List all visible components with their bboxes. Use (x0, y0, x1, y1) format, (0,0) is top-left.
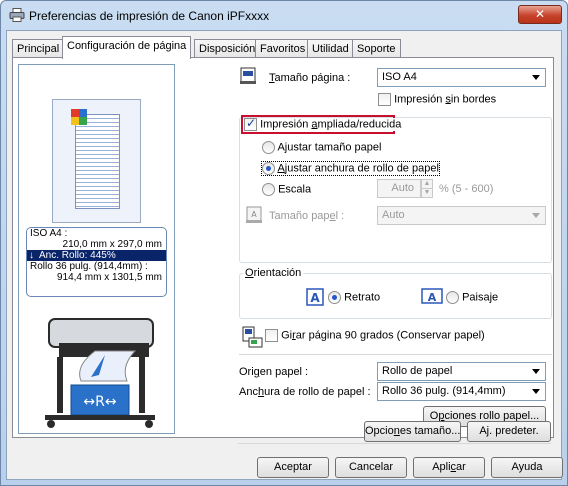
separator (238, 443, 551, 444)
chevron-down-icon (532, 213, 540, 218)
paper-size-icon: A (246, 206, 262, 223)
chevron-down-icon (532, 75, 540, 80)
paper-size-value: Auto (382, 209, 405, 221)
scale-option[interactable]: Escala (262, 183, 311, 196)
tab-support[interactable]: Soporte (352, 39, 401, 58)
fit-paper-radio[interactable] (262, 141, 275, 154)
page-size-value: ISO A4 (382, 71, 417, 83)
size-info-box: ISO A4 : 210,0 mm x 297,0 mm ↓ Anc. Roll… (26, 227, 167, 297)
roll-width-select[interactable]: Rollo 36 pulg. (914,4mm) (377, 382, 546, 401)
page-size-label: Tamaño página : (269, 72, 351, 84)
roll-width-label: Anchura de rollo de papel : (239, 386, 371, 398)
borderless-option[interactable]: Impresión sin bordes (378, 93, 496, 106)
separator (239, 354, 552, 355)
size-options-button[interactable]: Opciones tamaño... (364, 421, 461, 442)
page-setup-panel: ISO A4 : 210,0 mm x 297,0 mm ↓ Anc. Roll… (12, 57, 554, 438)
info-paper-dims: 210,0 mm x 297,0 mm (62, 239, 162, 250)
paper-source-label: Origen papel : (239, 366, 309, 378)
ok-button[interactable]: Aceptar (257, 457, 329, 478)
info-roll-dims: 914,4 mm x 1301,5 mm (56, 272, 162, 283)
svg-text:A: A (428, 291, 437, 304)
paper-size-label: Tamaño papel : (269, 210, 345, 222)
tab-layout[interactable]: Disposición (194, 39, 261, 58)
fit-paper-option[interactable]: Ajustar tamaño papel (262, 141, 381, 154)
fit-roll-option[interactable]: Ajustar anchura de rollo de papel (261, 161, 440, 176)
rotate-page-icon (242, 326, 263, 348)
tab-favorites[interactable]: Favoritos (255, 39, 311, 58)
info-roll-scale: ↓ Anc. Rollo: 445% (27, 250, 166, 261)
page-size-select[interactable]: ISO A4 (377, 68, 546, 87)
rotate-option[interactable]: Girar página 90 grados (Conservar papel) (265, 329, 485, 342)
tab-utility[interactable]: Utilidad (307, 39, 354, 58)
tab-page-setup[interactable]: Configuración de página (62, 36, 192, 59)
spin-up-icon[interactable]: ▲ (422, 180, 432, 189)
preview-pane: ISO A4 : 210,0 mm x 297,0 mm ↓ Anc. Roll… (18, 64, 175, 434)
window-title: Preferencias de impresión de Canon iPFxx… (29, 9, 270, 23)
info-roll: Rollo 36 pulg. (914,4mm) : (30, 261, 148, 272)
help-button[interactable]: Ayuda (491, 457, 563, 478)
info-paper: ISO A4 : (30, 228, 68, 239)
chevron-down-icon (532, 389, 540, 394)
title-bar: Preferencias de impresión de Canon iPFxx… (1, 1, 567, 29)
portrait-icon: A (306, 288, 324, 306)
landscape-icon: A (421, 288, 443, 304)
orientation-group (239, 273, 552, 319)
info-roll-scale-text: Anc. Rollo: 445% (39, 250, 116, 261)
scale-radio[interactable] (262, 183, 275, 196)
svg-text:A: A (310, 291, 320, 305)
scale-spinner[interactable]: ▲ ▼ (421, 179, 433, 198)
large-format-printer-icon: ↔R↔ (45, 318, 155, 428)
scaled-print-checkbox[interactable] (244, 116, 257, 131)
borderless-checkbox[interactable] (378, 93, 391, 106)
paper-source-select[interactable]: Rollo de papel (377, 362, 546, 381)
close-button[interactable]: ✕ (518, 5, 562, 24)
down-arrow-icon: ↓ (29, 250, 34, 261)
portrait-radio[interactable] (328, 291, 341, 304)
printer-icon (9, 8, 25, 22)
page-preview-thumbnail (52, 99, 141, 223)
image-glyph-icon (71, 109, 87, 125)
scale-range: % (5 - 600) (439, 183, 494, 195)
page-preview-document (75, 114, 120, 209)
fit-roll-radio[interactable] (262, 162, 275, 175)
landscape-option[interactable]: Paisaje (446, 291, 498, 304)
paper-source-value: Rollo de papel (382, 365, 453, 377)
paper-size-select[interactable]: Auto (377, 206, 546, 225)
dialog-body: Principal Configuración de página Dispos… (6, 30, 562, 480)
rotate-checkbox[interactable] (265, 329, 278, 342)
spin-down-icon[interactable]: ▼ (422, 189, 432, 197)
scale-input[interactable]: Auto (377, 179, 421, 198)
landscape-radio[interactable] (446, 291, 459, 304)
print-preferences-window: Preferencias de impresión de Canon iPFxx… (0, 0, 568, 486)
page-size-icon (240, 67, 256, 84)
orientation-title: Orientación (243, 267, 304, 279)
defaults-button[interactable]: Aj. predeter. (467, 421, 551, 442)
roll-width-value: Rollo 36 pulg. (914,4mm) (382, 385, 506, 397)
scaled-print-option[interactable]: Impresión ampliada/reducida (244, 116, 405, 131)
cancel-button[interactable]: Cancelar (335, 457, 407, 478)
apply-button[interactable]: Aplicar (413, 457, 485, 478)
tab-principal[interactable]: Principal (12, 39, 65, 58)
chevron-down-icon (532, 369, 540, 374)
svg-text:A: A (251, 210, 257, 219)
svg-text:↔R↔: ↔R↔ (83, 394, 116, 410)
portrait-option[interactable]: Retrato (328, 291, 380, 304)
